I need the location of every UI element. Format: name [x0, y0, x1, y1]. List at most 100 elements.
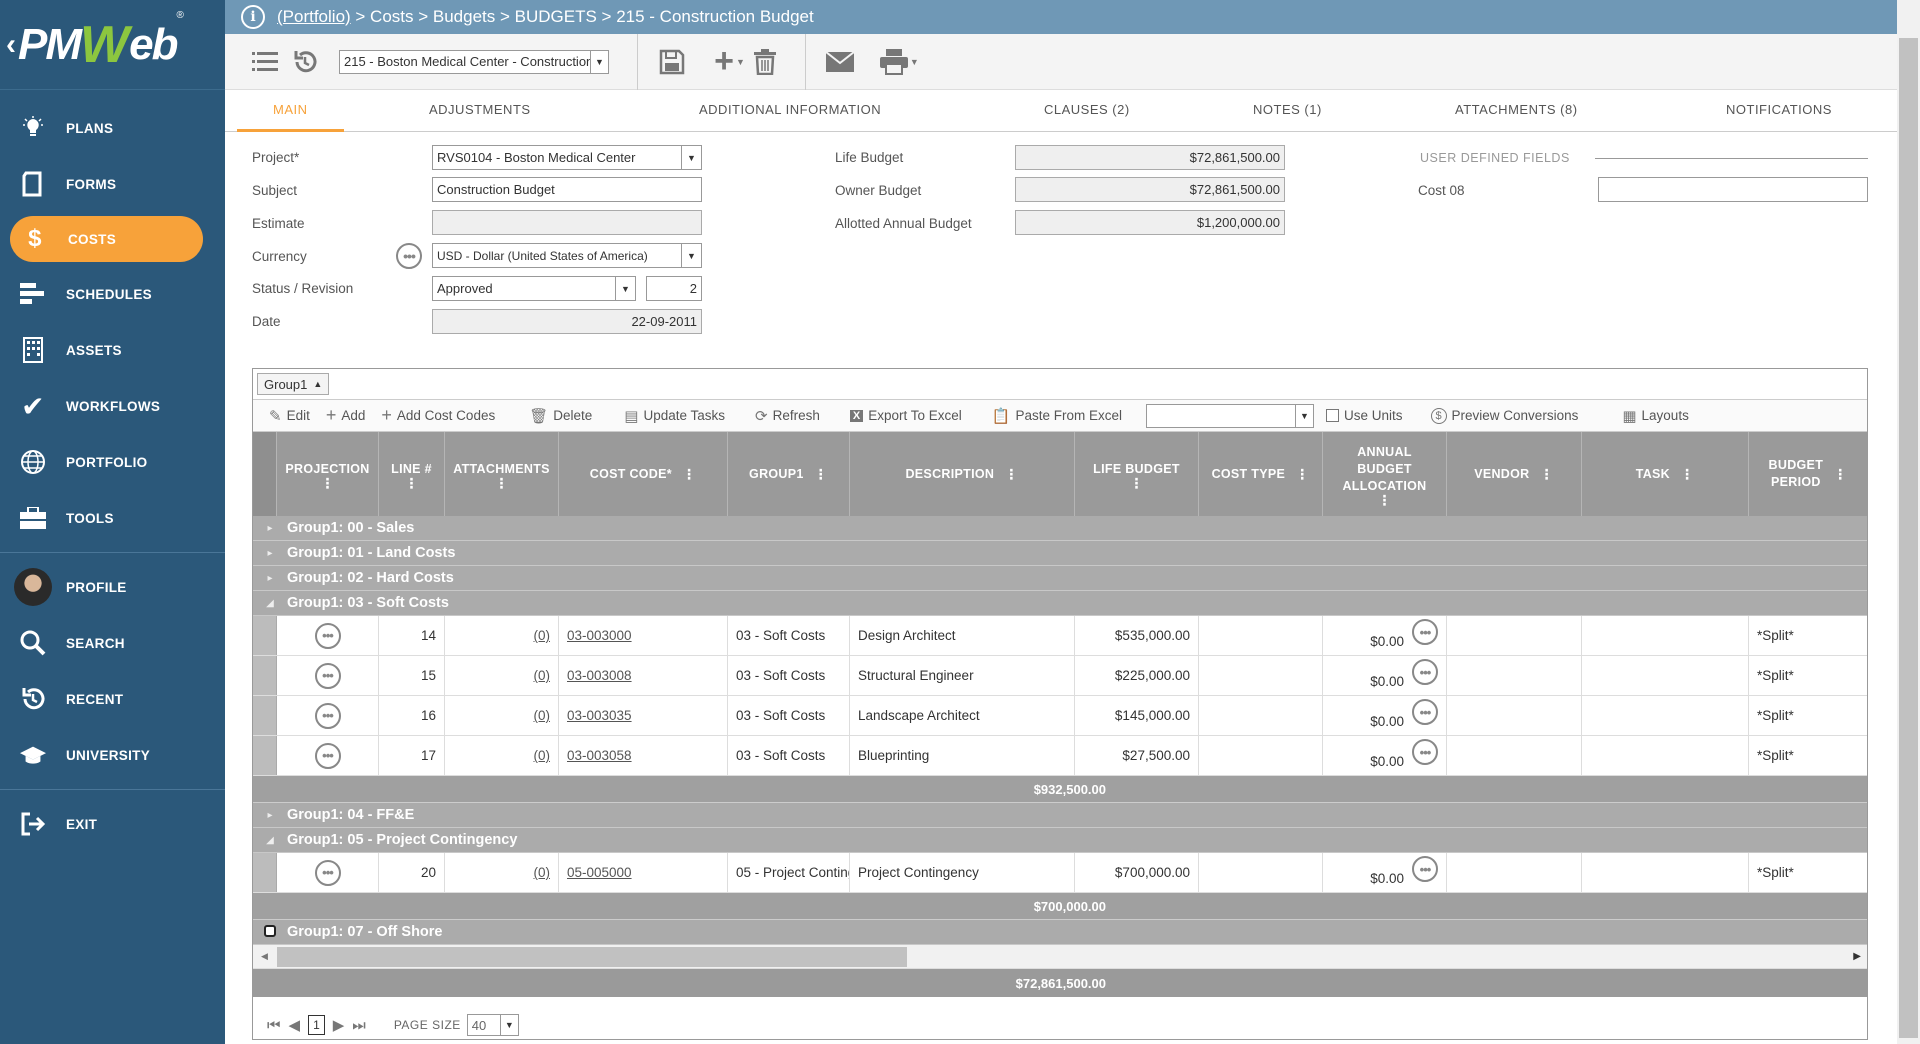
layouts-button[interactable]: ▦ Layouts [1622, 407, 1688, 425]
tab-attachments[interactable]: ATTACHMENTS (8) [1455, 90, 1578, 132]
nav-workflows[interactable]: ✔ WORKFLOWS [0, 378, 225, 434]
col-description[interactable]: DESCRIPTION ⋮ [850, 432, 1075, 516]
nav-assets[interactable]: ASSETS [0, 322, 225, 378]
chevron-down-icon[interactable]: ▼ [499, 1015, 518, 1035]
last-page-icon[interactable]: ⏭ [352, 1017, 366, 1034]
more-options-icon[interactable]: ••• [396, 243, 422, 269]
expand-icon[interactable] [253, 924, 287, 940]
subject-input[interactable]: Construction Budget [432, 177, 702, 202]
col-life-budget[interactable]: LIFE BUDGET ⋮ [1075, 432, 1199, 516]
collapse-icon[interactable]: ◢ [253, 598, 287, 609]
save-icon[interactable] [652, 42, 692, 82]
more-options-icon[interactable]: ••• [1412, 619, 1438, 645]
more-options-icon[interactable]: ••• [1412, 856, 1438, 882]
attachments-link[interactable]: (0) [534, 668, 551, 683]
chevron-down-icon[interactable]: ▼ [590, 50, 608, 73]
nav-costs[interactable]: $ COSTS [10, 216, 203, 262]
page-size-select[interactable]: 40 ▼ [466, 1014, 519, 1036]
row-selector[interactable] [253, 656, 277, 695]
attachments-link[interactable]: (0) [534, 708, 551, 723]
attachments-link[interactable]: (0) [534, 628, 551, 643]
back-chevron-icon[interactable]: ‹ [6, 28, 16, 62]
column-menu-icon[interactable]: ⋮ [1129, 476, 1143, 490]
expand-icon[interactable]: ▸ [253, 573, 287, 584]
more-options-icon[interactable]: ••• [1412, 699, 1438, 725]
col-cost-type[interactable]: COST TYPE ⋮ [1199, 432, 1323, 516]
tab-notifications[interactable]: NOTIFICATIONS [1726, 90, 1832, 132]
nav-search[interactable]: SEARCH [0, 615, 225, 671]
cost-code-link[interactable]: 03-003035 [567, 708, 632, 723]
export-excel-button[interactable]: X Export To Excel [849, 408, 962, 423]
tab-adjustments[interactable]: ADJUSTMENTS [429, 90, 531, 132]
paste-excel-button[interactable]: 📋 Paste From Excel [992, 407, 1122, 425]
column-menu-icon[interactable]: ⋮ [1539, 467, 1553, 481]
history-icon[interactable] [285, 42, 325, 82]
chevron-down-icon[interactable]: ▼ [615, 277, 635, 300]
use-units-checkbox[interactable]: Use Units [1326, 408, 1403, 423]
column-menu-icon[interactable]: ⋮ [320, 476, 334, 490]
col-budget-period[interactable]: BUDGET PERIOD ⋮ [1749, 432, 1867, 516]
column-menu-icon[interactable]: ⋮ [1680, 467, 1694, 481]
attachments-link[interactable]: (0) [534, 865, 551, 880]
add-cost-codes-button[interactable]: + Add Cost Codes [381, 405, 495, 426]
scroll-left-icon[interactable]: ◀ [261, 951, 268, 962]
tab-notes[interactable]: NOTES (1) [1253, 90, 1322, 132]
column-menu-icon[interactable]: ⋮ [814, 467, 828, 481]
delete-button[interactable]: 🗑 Delete [529, 407, 592, 425]
group-row-01[interactable]: ▸ Group1: 01 - Land Costs [253, 541, 1867, 566]
cost-code-link[interactable]: 03-003000 [567, 628, 632, 643]
nav-recent[interactable]: RECENT [0, 671, 225, 727]
column-menu-icon[interactable]: ⋮ [494, 476, 508, 490]
page-scrollbar[interactable] [1897, 0, 1920, 1044]
column-menu-icon[interactable]: ⋮ [1004, 467, 1018, 481]
chevron-down-icon[interactable]: ▼ [681, 244, 701, 267]
nav-schedules[interactable]: SCHEDULES [0, 266, 225, 322]
more-options-icon[interactable]: ••• [314, 622, 341, 649]
scroll-right-icon[interactable]: ▶ [1853, 951, 1861, 962]
nav-plans[interactable]: PLANS [0, 100, 225, 156]
scrollbar-thumb[interactable] [277, 947, 907, 967]
col-group1[interactable]: GROUP1 ⋮ [728, 432, 850, 516]
tab-main[interactable]: MAIN [237, 90, 344, 132]
collapse-icon[interactable]: ◢ [253, 835, 287, 846]
table-row[interactable]: ••• 17 (0) 03-003058 03 - Soft Costs Blueprin… [253, 736, 1867, 776]
row-selector[interactable] [253, 853, 277, 892]
record-select[interactable]: 215 - Boston Medical Center - Constructi… [339, 49, 609, 74]
cost-code-link[interactable]: 03-003008 [567, 668, 632, 683]
edit-button[interactable]: ✎ Edit [269, 407, 310, 425]
add-dropdown-icon[interactable]: ▼ [736, 57, 745, 67]
nav-portfolio[interactable]: PORTFOLIO [0, 434, 225, 490]
revision-input[interactable]: 2 [646, 276, 702, 301]
scrollbar-thumb[interactable] [1899, 38, 1918, 1038]
checkbox[interactable] [1326, 409, 1340, 422]
col-projection[interactable]: PROJECTION ⋮ [277, 432, 379, 516]
row-selector[interactable] [253, 616, 277, 655]
chevron-down-icon[interactable]: ▼ [1295, 404, 1313, 427]
pmweb-logo[interactable]: ‹ PM Web ® [0, 0, 225, 90]
nav-forms[interactable]: FORMS [0, 156, 225, 212]
table-row[interactable]: ••• 15 (0) 03-003008 03 - Soft Costs Structur… [253, 656, 1867, 696]
preview-conversions-button[interactable]: $ Preview Conversions [1430, 407, 1578, 424]
expand-icon[interactable]: ▸ [253, 548, 287, 559]
column-menu-icon[interactable]: ⋮ [404, 476, 418, 490]
col-annual-budget-allocation[interactable]: ANNUAL BUDGET ALLOCATION ⋮ [1323, 432, 1447, 516]
attachments-link[interactable]: (0) [534, 748, 551, 763]
grid-horizontal-scrollbar[interactable]: ◀ ▶ [253, 945, 1867, 969]
row-selector[interactable] [253, 736, 277, 775]
col-line[interactable]: LINE # ⋮ [379, 432, 445, 516]
group-row-03[interactable]: ◢ Group1: 03 - Soft Costs [253, 591, 1867, 616]
breadcrumb-portfolio-link[interactable]: (Portfolio) [277, 7, 351, 27]
tab-additional-information[interactable]: ADDITIONAL INFORMATION [699, 90, 881, 132]
group-chip[interactable]: Group1 ▲ [257, 373, 330, 395]
current-page[interactable]: 1 [308, 1015, 325, 1035]
table-row[interactable]: ••• 14 (0) 03-003000 03 - Soft Costs Design A… [253, 616, 1867, 656]
add-button[interactable]: + Add [326, 405, 366, 426]
expand-icon[interactable]: ▸ [253, 810, 287, 821]
table-row[interactable]: ••• 16 (0) 03-003035 03 - Soft Costs Landscap… [253, 696, 1867, 736]
refresh-button[interactable]: ⟳ Refresh [755, 407, 820, 425]
column-menu-icon[interactable]: ⋮ [682, 467, 696, 481]
group-row-04[interactable]: ▸ Group1: 04 - FF&E [253, 803, 1867, 828]
email-icon[interactable] [820, 42, 860, 82]
group-row-00[interactable]: ▸ Group1: 00 - Sales [253, 516, 1867, 541]
currency-select[interactable]: USD - Dollar (United States of America) … [432, 243, 702, 268]
